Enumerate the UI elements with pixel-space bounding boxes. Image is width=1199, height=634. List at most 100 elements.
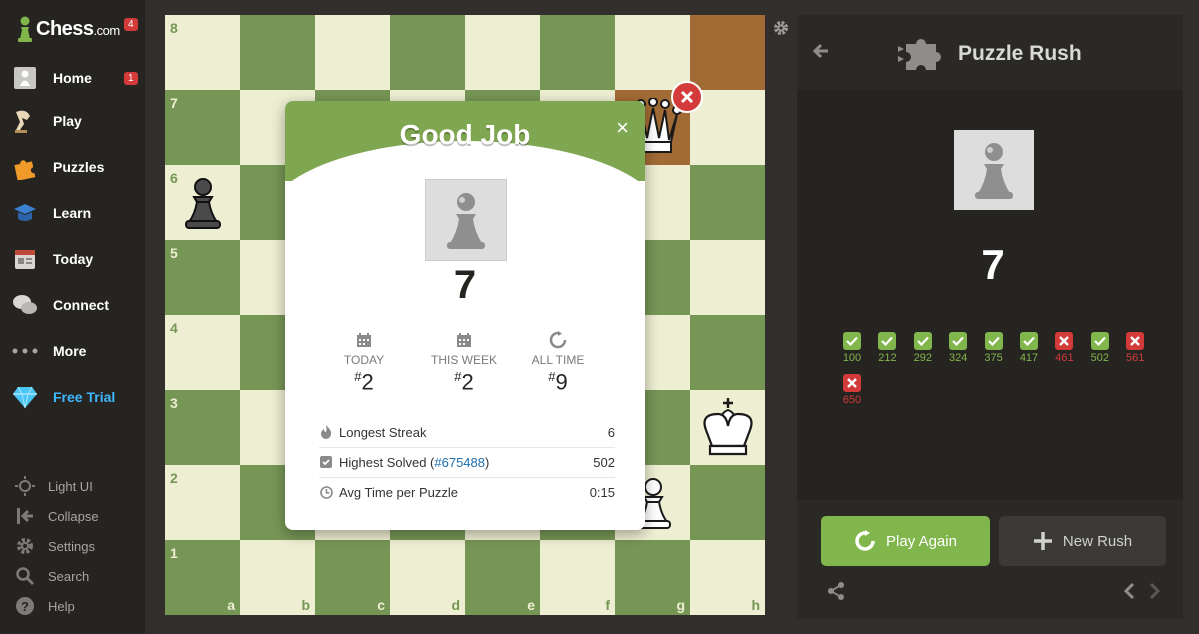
sidebar-item-learn[interactable]: Learn [12,196,142,230]
check-icon [984,332,1003,350]
refresh-icon [503,329,613,351]
square-a5[interactable]: 5 [165,240,240,315]
more-icon [12,338,38,364]
square-h6[interactable] [690,165,765,240]
result-tile[interactable]: 461 [1047,332,1081,364]
sidebar-item-today[interactable]: Today [12,242,142,276]
sidebar-item-play[interactable]: Play [12,104,142,138]
stat-rank: #9 [503,369,613,395]
puzzle-rating: 417 [1019,352,1039,364]
chesscom-logo[interactable]: Chess.com [16,14,120,44]
row-value: 0:15 [589,484,615,500]
close-icon[interactable]: × [616,115,629,141]
square-d8[interactable] [390,15,465,90]
chevron-right-icon[interactable] [1149,582,1161,600]
square-h1[interactable]: h [690,540,765,615]
square-a8[interactable]: 8 [165,15,240,90]
chevron-left-icon[interactable] [1123,582,1135,600]
rank-label: 7 [170,95,178,111]
sidebar-item-label: Connect [53,297,109,313]
sidebar-item-label: Today [53,251,94,267]
sidebar: Chess.com 4 Home 1 Play Puzzles Learn To… [0,0,145,634]
sidebar-util-help[interactable]: ? Help [14,595,75,617]
result-tile[interactable]: 650 [835,374,869,406]
black-pawn-a6[interactable] [165,165,240,240]
stat-row-highest-solved: Highest Solved (#675488) 502 [319,447,615,478]
sidebar-item-home[interactable]: Home 1 [12,61,142,95]
row-label-close: ) [485,454,490,470]
file-label: h [751,597,760,613]
sidebar-util-light-ui[interactable]: Light UI [14,475,93,497]
notification-badge: 4 [124,18,138,31]
puzzle-rating: 561 [1126,352,1145,364]
result-tile[interactable]: 292 [906,332,940,364]
result-tile[interactable]: 561 [1118,332,1152,364]
square-e8[interactable] [465,15,540,90]
sidebar-item-more[interactable]: More [12,334,142,368]
square-f1[interactable]: f [540,540,615,615]
sidebar-util-settings[interactable]: Settings [14,535,95,557]
square-b1[interactable]: b [240,540,315,615]
square-h5[interactable] [690,240,765,315]
back-arrow-icon[interactable] [811,43,829,59]
good-job-modal: Good Job × 7 TODAY #2 THIS WEEK #2 ALL T… [285,101,645,530]
cross-icon [1055,332,1074,350]
sidebar-item-connect[interactable]: Connect [12,288,142,322]
check-icon [843,332,861,350]
square-h2[interactable] [690,465,765,540]
share-icon[interactable] [827,582,845,600]
row-label: Avg Time per Puzzle [339,484,458,500]
modal-title: Good Job [399,119,531,150]
new-rush-label: New Rush [1062,532,1133,550]
gear-icon [14,535,36,557]
sidebar-item-label: Home [53,70,92,86]
square-c8[interactable] [315,15,390,90]
today-icon [12,246,38,272]
puzzle-rating: 324 [949,352,968,364]
square-a4[interactable]: 4 [165,315,240,390]
square-g8[interactable] [615,15,690,90]
util-label: Light UI [48,478,93,494]
square-f8[interactable] [540,15,615,90]
home-badge: 1 [124,71,138,85]
result-tile[interactable]: 502 [1083,332,1117,364]
sidebar-util-search[interactable]: Search [14,565,89,587]
sidebar-item-puzzles[interactable]: Puzzles [12,150,142,184]
new-rush-button[interactable]: New Rush [999,516,1166,566]
rank-value: 2 [361,369,374,395]
wrong-move-icon [671,81,703,113]
square-a7[interactable]: 7 [165,90,240,165]
plus-icon [1033,531,1053,551]
square-g1[interactable]: g [615,540,690,615]
sidebar-item-label: Play [53,113,82,129]
result-tile[interactable]: 100 [835,332,869,364]
square-a3[interactable]: 3 [165,390,240,465]
result-tile[interactable]: 417 [1012,332,1046,364]
square-d1[interactable]: d [390,540,465,615]
board-settings-gear-icon[interactable] [773,20,789,36]
svg-text:?: ? [21,599,29,614]
white-king-h3[interactable] [690,390,765,465]
stat-row-longest-streak: Longest Streak 6 [319,417,615,448]
square-h4[interactable] [690,315,765,390]
puzzles-icon [12,154,38,180]
play-again-button[interactable]: Play Again [821,516,990,566]
square-e1[interactable]: e [465,540,540,615]
square-a2[interactable]: 2 [165,465,240,540]
puzzle-link[interactable]: #675488 [434,455,485,470]
result-tile[interactable]: 324 [941,332,975,364]
util-label: Help [48,598,75,614]
clock-icon [319,485,333,499]
sidebar-item-free-trial[interactable]: Free Trial [12,380,142,414]
square-a1[interactable]: 1a [165,540,240,615]
square-h8[interactable] [690,15,765,90]
rank-label: 5 [170,245,178,261]
panel-header: Puzzle Rush [797,15,1183,90]
result-tile[interactable]: 212 [870,332,904,364]
square-b8[interactable] [240,15,315,90]
square-c1[interactable]: c [315,540,390,615]
file-label: e [527,597,535,613]
check-icon [1020,332,1038,350]
result-tile[interactable]: 375 [977,332,1011,364]
sidebar-util-collapse[interactable]: Collapse [14,505,99,527]
